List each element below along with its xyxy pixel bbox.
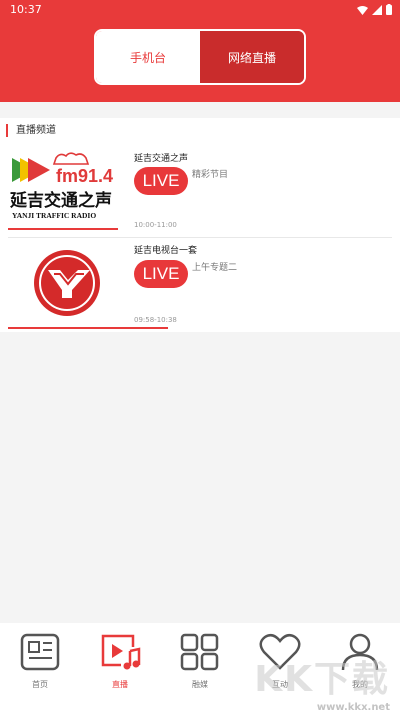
channel-item[interactable]: fm91.4 延吉交通之声 YANJI TRAFFIC RADIO 延吉交通之声… xyxy=(0,142,400,236)
tab-mobile-station[interactable]: 手机台 xyxy=(96,31,200,83)
logo-frequency: fm91.4 xyxy=(56,166,113,186)
battery-icon xyxy=(386,4,392,15)
live-channel-section: 直播频道 fm91.4 延吉交通之声 YANJI TRAFFIC RADIO 延… xyxy=(0,118,400,332)
program-time: 09:58-10:38 xyxy=(134,316,177,324)
tab-label: 融媒 xyxy=(192,680,208,689)
channel-item[interactable]: 延吉电视台一套 LIVE 上午专题二 09:58-10:38 xyxy=(0,238,400,332)
section-title: 直播频道 xyxy=(6,124,56,137)
news-icon xyxy=(20,633,60,671)
live-tv-icon xyxy=(101,634,141,670)
tab-label: 直播 xyxy=(112,680,128,689)
channel-progress xyxy=(8,327,168,329)
live-badge[interactable]: LIVE xyxy=(134,167,188,195)
status-time: 10:37 xyxy=(10,3,42,16)
tab-home[interactable]: 首页 xyxy=(10,633,70,690)
header: 手机台 网络直播 xyxy=(0,20,400,102)
live-badge[interactable]: LIVE xyxy=(134,260,188,288)
status-bar: 10:37 xyxy=(0,0,400,20)
tab-media[interactable]: 融媒 xyxy=(170,633,230,690)
status-icons xyxy=(357,4,392,15)
tab-label: 首页 xyxy=(32,680,48,689)
grid-icon xyxy=(180,633,219,671)
logo-chinese-name: 延吉交通之声 xyxy=(9,190,112,211)
program-name: 上午专题二 xyxy=(192,263,238,273)
traffic-radio-logo: fm91.4 延吉交通之声 YANJI TRAFFIC RADIO xyxy=(9,152,113,220)
watermark-url: www.kkx.net xyxy=(316,702,390,711)
logo-english-name: YANJI TRAFFIC RADIO xyxy=(12,211,96,220)
tab-network-live[interactable]: 网络直播 xyxy=(200,31,304,83)
channel-name: 延吉交通之声 xyxy=(134,154,189,164)
program-name: 精彩节目 xyxy=(192,170,229,180)
watermark: KK下载 www.kkx.net xyxy=(254,650,390,711)
wifi-icon xyxy=(357,5,368,15)
program-time: 10:00-11:00 xyxy=(134,221,177,229)
channel-name: 延吉电视台一套 xyxy=(134,246,198,256)
signal-icon xyxy=(372,4,382,15)
watermark-text: KK下载 xyxy=(254,659,390,700)
segmented-control: 手机台 网络直播 xyxy=(94,29,306,85)
tab-live[interactable]: 直播 xyxy=(90,633,150,690)
yanji-tv-logo xyxy=(34,250,100,316)
channel-progress xyxy=(8,228,118,230)
